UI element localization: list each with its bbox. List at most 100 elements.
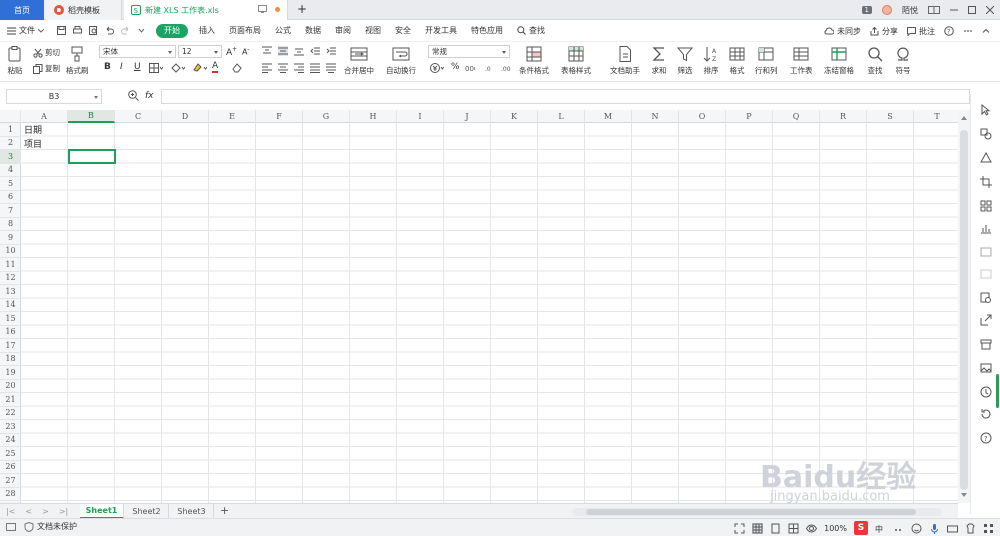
column-header[interactable]: E <box>209 110 256 123</box>
select-all-corner[interactable] <box>0 110 21 123</box>
page-layout-view-icon[interactable] <box>770 523 781 534</box>
font-size-select[interactable]: 12 <box>178 45 222 58</box>
column-header[interactable]: P <box>726 110 773 123</box>
sheet-tab-sheet1[interactable]: Sheet1 <box>80 504 124 519</box>
horizontal-scrollbar[interactable] <box>572 508 942 516</box>
column-header[interactable]: R <box>820 110 867 123</box>
cell-a2[interactable]: 项目 <box>24 137 42 150</box>
row-header[interactable]: 3 <box>0 150 21 164</box>
currency-icon[interactable] <box>430 63 444 73</box>
menu-tab-home[interactable]: 开始 <box>156 23 188 38</box>
keyboard-icon[interactable] <box>947 523 958 534</box>
reading-mode-icon[interactable] <box>806 523 818 534</box>
doc-assistant-button[interactable]: 文档助手 <box>610 45 640 76</box>
user-name[interactable]: 陌悦 <box>902 5 918 16</box>
clear-format-button[interactable] <box>232 63 242 73</box>
row-header[interactable]: 24 <box>0 434 21 447</box>
redo-icon[interactable] <box>121 26 130 35</box>
vertical-scrollbar[interactable] <box>958 110 970 503</box>
row-header[interactable]: 14 <box>0 299 21 312</box>
indent-increase-icon[interactable] <box>326 46 336 56</box>
cell-format-icon[interactable] <box>980 246 992 258</box>
cell-area[interactable]: 日期 项目 <box>21 123 958 503</box>
collapse-ribbon-icon[interactable] <box>982 27 990 35</box>
active-cell-selection[interactable] <box>68 149 116 164</box>
select-pointer-icon[interactable] <box>980 104 992 116</box>
row-header[interactable]: 1 <box>0 123 21 137</box>
row-header[interactable]: 12 <box>0 272 21 285</box>
merge-center-button[interactable]: 合并居中 <box>344 45 374 76</box>
decrease-font-button[interactable]: A- <box>242 46 250 57</box>
percent-button[interactable]: % <box>451 62 460 72</box>
table-style-button[interactable]: 表格样式 <box>561 45 591 76</box>
crop-icon[interactable] <box>980 176 992 188</box>
file-menu[interactable]: 文件 <box>0 25 51 36</box>
first-sheet-icon[interactable]: |< <box>6 507 15 516</box>
last-sheet-icon[interactable]: >| <box>59 507 68 516</box>
sheet-tab-sheet3[interactable]: Sheet3 <box>170 504 214 519</box>
tab-templates[interactable]: 稻壳模板 <box>46 0 122 20</box>
format-button[interactable]: 格式 <box>728 45 746 76</box>
menu-tab-developer[interactable]: 开发工具 <box>418 25 464 36</box>
scroll-up-icon[interactable] <box>961 113 967 120</box>
column-header[interactable]: K <box>491 110 538 123</box>
row-header[interactable]: 22 <box>0 407 21 420</box>
horizontal-scroll-thumb[interactable] <box>586 509 916 515</box>
column-header[interactable]: O <box>679 110 726 123</box>
widgets-icon[interactable] <box>980 200 992 212</box>
row-header[interactable]: 4 <box>0 164 21 177</box>
row-header[interactable]: 13 <box>0 285 21 299</box>
column-header[interactable]: Q <box>773 110 820 123</box>
row-header[interactable]: 10 <box>0 245 21 258</box>
menu-tab-data[interactable]: 数据 <box>298 25 328 36</box>
share-button[interactable]: 分享 <box>870 26 898 37</box>
menu-tab-security[interactable]: 安全 <box>388 25 418 36</box>
font-color-button[interactable]: A <box>212 62 219 73</box>
scroll-down-icon[interactable] <box>961 493 967 500</box>
more-icon[interactable] <box>963 26 973 36</box>
ime-logo[interactable]: S <box>854 521 868 535</box>
chart-icon[interactable] <box>980 222 992 234</box>
filter-button[interactable]: 筛选 <box>676 45 694 76</box>
comment-button[interactable]: 批注 <box>907 26 935 37</box>
next-sheet-icon[interactable]: > <box>42 507 49 516</box>
column-header[interactable]: A <box>21 110 68 123</box>
emoji-icon[interactable] <box>911 523 922 534</box>
column-header[interactable]: G <box>303 110 350 123</box>
sync-button[interactable]: 未同步 <box>824 26 861 37</box>
row-header[interactable]: 28 <box>0 488 21 501</box>
cut-button[interactable]: 剪切 <box>33 47 60 58</box>
grid-menu-icon[interactable] <box>983 523 994 534</box>
help-circle-icon[interactable]: ? <box>980 432 992 444</box>
bold-button[interactable]: B <box>104 62 111 72</box>
layout-icon[interactable] <box>928 6 940 14</box>
export-icon[interactable] <box>980 314 992 326</box>
menu-tab-review[interactable]: 审阅 <box>328 25 358 36</box>
highlight-icon[interactable] <box>193 63 207 73</box>
align-left-icon[interactable] <box>262 63 272 73</box>
sheet-tab-sheet2[interactable]: Sheet2 <box>125 504 169 519</box>
vertical-scroll-thumb[interactable] <box>960 130 968 490</box>
justify-icon[interactable] <box>310 63 320 73</box>
save-icon[interactable] <box>57 26 66 35</box>
column-header[interactable]: D <box>162 110 209 123</box>
underline-button[interactable]: U <box>134 62 141 72</box>
fill-color-icon[interactable] <box>171 63 185 73</box>
wrap-text-button[interactable]: 自动换行 <box>386 45 416 76</box>
indent-decrease-icon[interactable] <box>310 46 320 56</box>
row-header[interactable]: 5 <box>0 177 21 191</box>
decrease-decimal-icon[interactable]: .00 <box>501 63 511 73</box>
punctuation-icon[interactable] <box>893 523 904 534</box>
column-header[interactable]: I <box>397 110 444 123</box>
italic-button[interactable]: I <box>120 62 123 72</box>
page-break-view-icon[interactable] <box>788 523 799 534</box>
maximize-icon[interactable] <box>968 6 976 14</box>
close-icon[interactable] <box>986 6 994 14</box>
tab-document[interactable]: S 新建 XLS 工作表.xls <box>124 0 288 20</box>
tab-home[interactable]: 首页 <box>0 0 44 20</box>
add-sheet-button[interactable]: + <box>220 504 229 517</box>
column-header[interactable]: F <box>256 110 303 123</box>
row-header[interactable]: 7 <box>0 204 21 218</box>
style-icon[interactable] <box>980 152 992 164</box>
row-header[interactable]: 23 <box>0 420 21 434</box>
